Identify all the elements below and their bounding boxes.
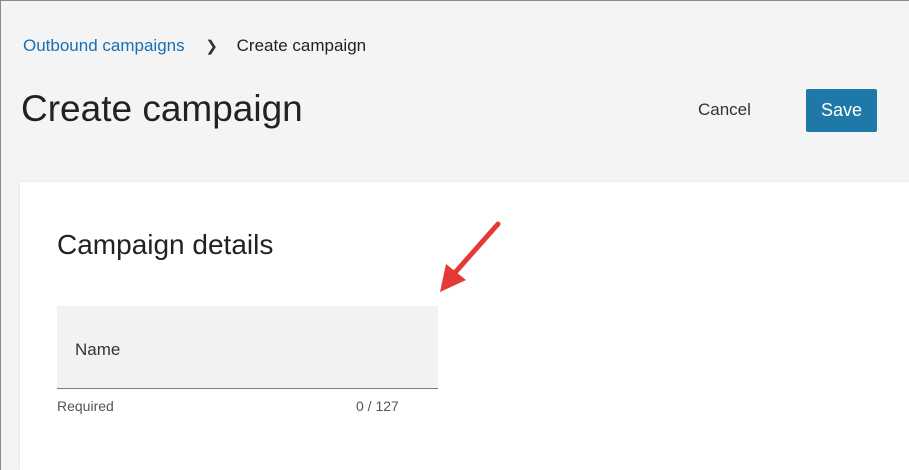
breadcrumb-current: Create campaign [236, 36, 367, 55]
section-heading: Campaign details [57, 229, 274, 260]
name-input[interactable]: Name [57, 306, 438, 389]
breadcrumb: Outbound campaigns ❯ Create campaign [23, 36, 366, 56]
page-title: Create campaign [21, 88, 303, 129]
name-label: Name [75, 340, 121, 359]
character-count: 0 / 127 [356, 398, 399, 414]
window-border-top [0, 0, 909, 1]
breadcrumb-link-outbound-campaigns[interactable]: Outbound campaigns [23, 36, 185, 55]
window-border-left [0, 0, 1, 470]
required-helper-text: Required [57, 398, 114, 414]
red-arrow-icon [440, 221, 501, 292]
chevron-right-icon: ❯ [205, 38, 218, 55]
save-button[interactable]: Save [806, 89, 877, 132]
cancel-button[interactable]: Cancel [698, 100, 751, 120]
